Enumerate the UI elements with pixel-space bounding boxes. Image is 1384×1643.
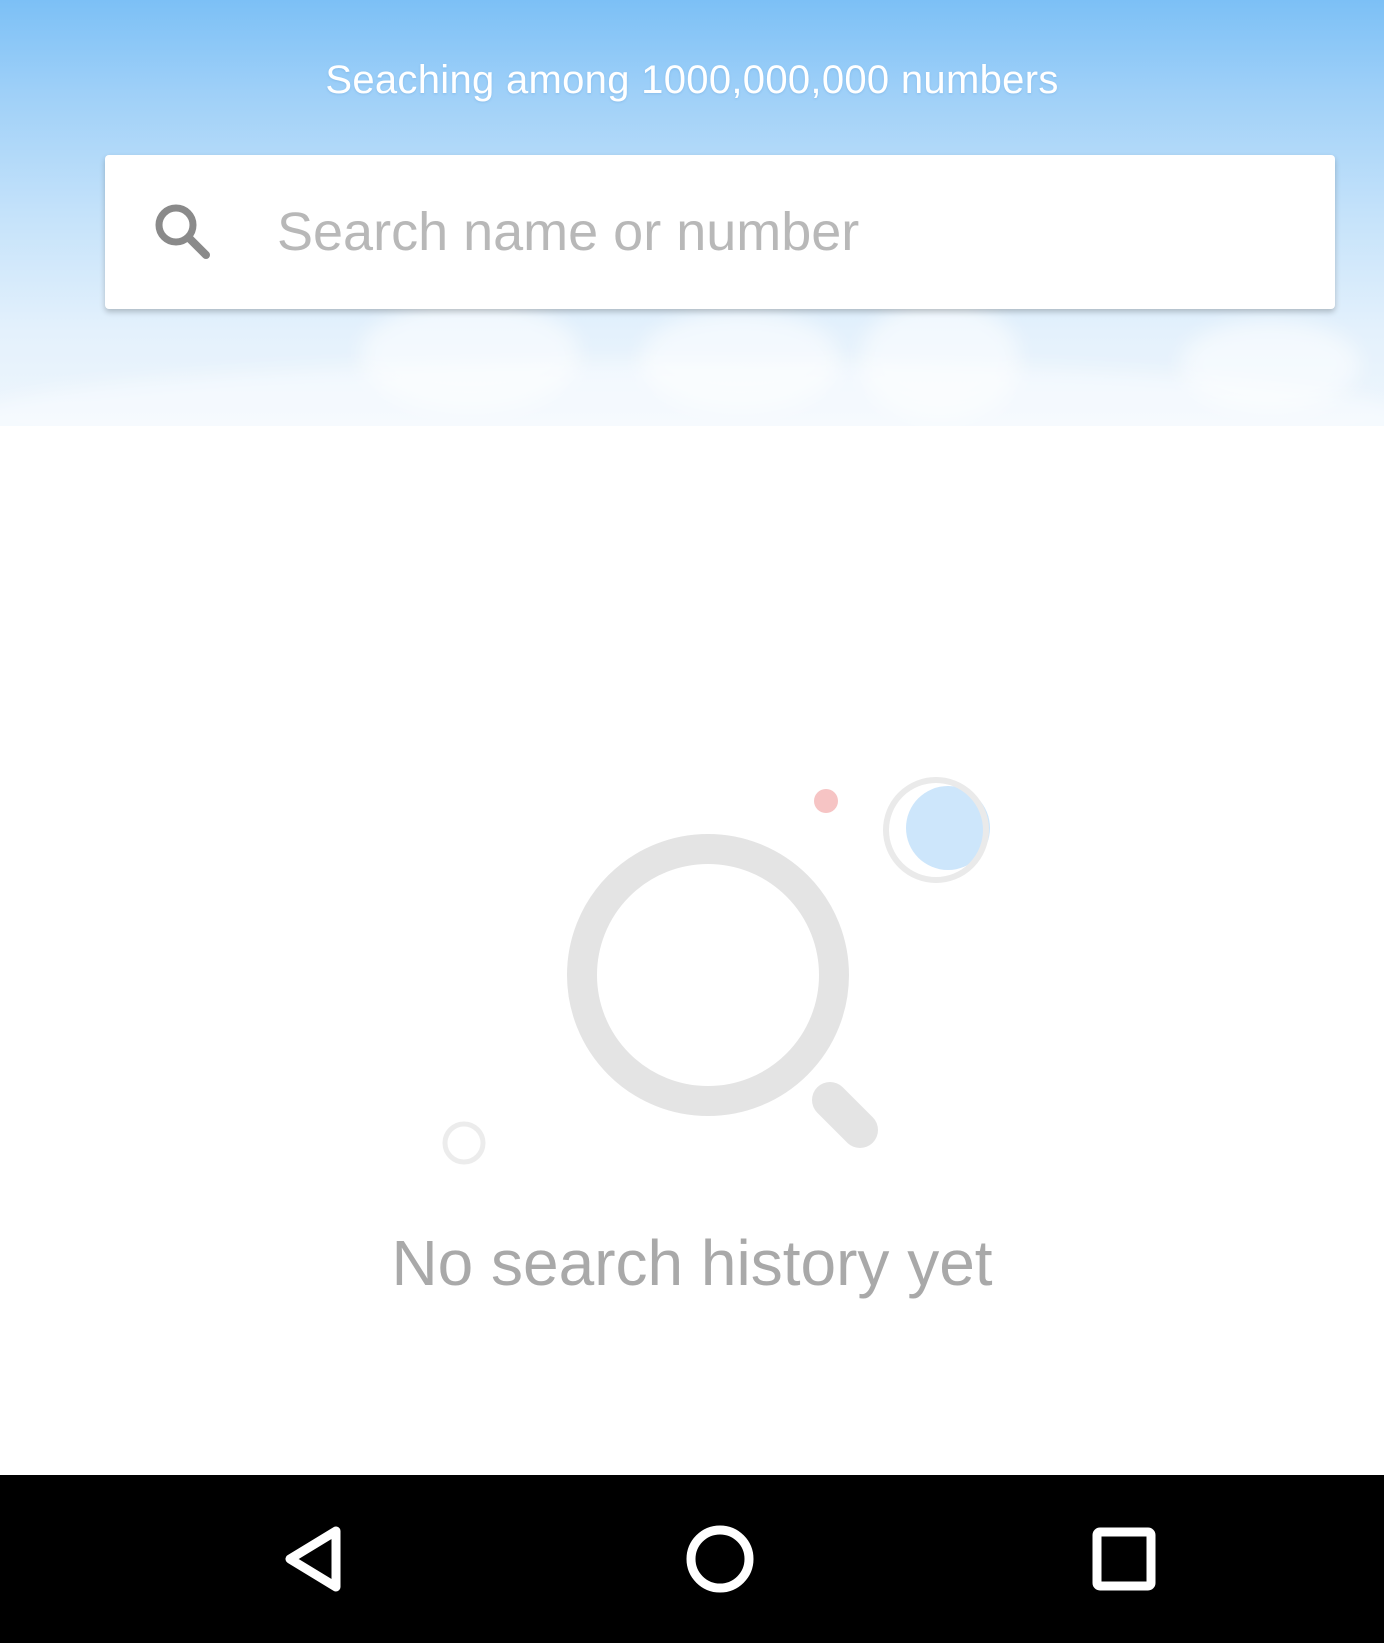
magnifier-handle [812,1082,878,1148]
small-ring-decoration [442,1121,486,1165]
header-title: Seaching among 1000,000,000 numbers [325,58,1059,102]
system-navigation-bar [0,1475,1384,1643]
home-circle-icon[interactable] [670,1509,770,1609]
search-bar[interactable] [105,155,1335,309]
header-banner: Seaching among 1000,000,000 numbers [0,0,1384,426]
pink-dot-decoration [814,789,838,813]
screen: Seaching among 1000,000,000 numbers No s… [0,0,1384,1643]
cloud-decoration [0,360,1384,426]
recent-apps-square-icon[interactable] [1074,1509,1174,1609]
empty-state-message: No search history yet [391,1227,993,1299]
back-triangle-icon[interactable] [266,1509,366,1609]
search-icon [155,204,210,259]
search-input[interactable] [275,186,1279,278]
magnifier-illustration [442,777,990,1165]
magnifier-lens [567,834,849,1116]
